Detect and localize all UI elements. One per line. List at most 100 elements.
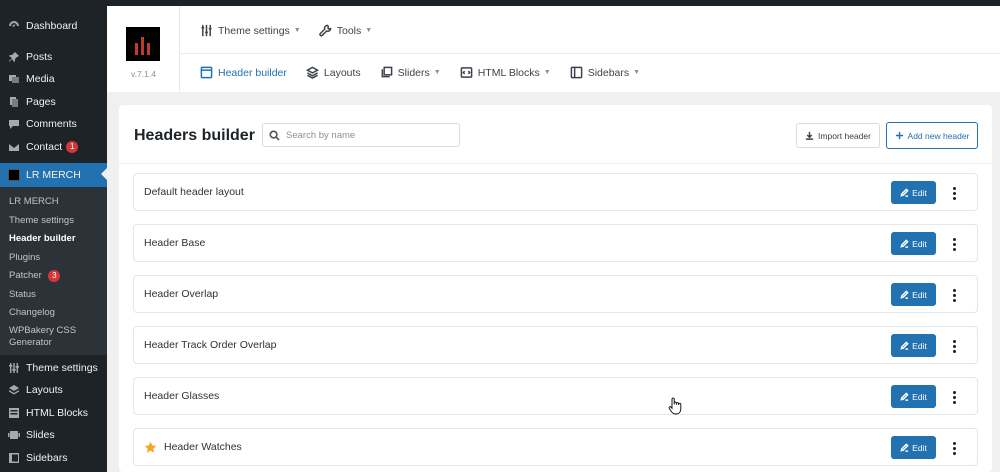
submenu-item-wpbakery-css-generator[interactable]: WPBakery CSS Generator [0, 323, 100, 349]
header-name: Header Watches [144, 441, 242, 454]
nav-divider [180, 53, 1000, 54]
sidebar-item-html-blocks[interactable]: HTML Blocks [0, 402, 107, 425]
comment-icon [8, 118, 20, 130]
edit-button[interactable]: Edit [891, 283, 936, 306]
tab-html-blocks[interactable]: HTML Blocks ▼ [460, 66, 551, 79]
more-options-icon[interactable] [949, 183, 959, 203]
header-row[interactable]: Header Watches Edit [133, 428, 978, 466]
pencil-icon [900, 392, 909, 401]
mail-icon [8, 141, 20, 153]
chevron-down-icon: ▼ [543, 69, 551, 76]
submenu-item-status[interactable]: Status [0, 286, 107, 305]
tab-sliders[interactable]: Sliders ▼ [380, 66, 441, 79]
primary-nav: Theme settings ▼ Tools ▼ [200, 24, 372, 37]
tab-label: Header builder [218, 66, 287, 79]
button-label: Add new header [907, 130, 970, 141]
button-label: Edit [912, 238, 927, 249]
tab-sidebars[interactable]: Sidebars ▼ [570, 66, 640, 79]
edit-button[interactable]: Edit [891, 334, 936, 357]
sidebar-item-pages[interactable]: Pages [0, 91, 107, 114]
header-row[interactable]: Header Overlap Edit [133, 275, 978, 313]
submenu-item-theme-settings[interactable]: Theme settings [0, 212, 107, 231]
button-label: Import header [818, 130, 871, 141]
html-blocks-icon [8, 407, 20, 419]
header-name: Default header layout [144, 186, 244, 198]
edit-button[interactable]: Edit [891, 232, 936, 255]
sidebar-item-layouts[interactable]: Layouts [0, 379, 107, 402]
button-label: Edit [912, 289, 927, 300]
sidebar-item-theme-settings[interactable]: Theme settings [0, 357, 107, 380]
tab-label: HTML Blocks [477, 66, 540, 79]
edit-button[interactable]: Edit [891, 385, 936, 408]
sidebar-item-label: Layouts [26, 384, 63, 397]
button-label: Edit [912, 391, 927, 402]
slides-icon [8, 429, 20, 441]
mouse-cursor-icon [668, 397, 682, 415]
brand-area: v.7.1.4 [107, 6, 180, 92]
tab-layouts[interactable]: Layouts [305, 66, 361, 79]
submenu-item-patcher[interactable]: Patcher 3 [0, 267, 107, 286]
nav-theme-settings[interactable]: Theme settings ▼ [200, 24, 301, 37]
sidebar-item-label: Pages [26, 95, 56, 108]
sidebar-item-lr-merch[interactable]: LR MERCH [0, 163, 107, 187]
search-input[interactable] [286, 129, 446, 141]
add-new-header-button[interactable]: Add new header [886, 122, 978, 149]
media-icon [8, 73, 20, 85]
edit-button[interactable]: Edit [891, 181, 936, 204]
header-name: Header Glasses [144, 390, 219, 402]
submenu-item-lr-merch[interactable]: LR MERCH [0, 193, 107, 212]
more-options-icon[interactable] [949, 234, 959, 254]
header-name-text: Header Track Order Overlap [144, 339, 277, 351]
header-row[interactable]: Default header layout Edit [133, 173, 978, 211]
edit-button[interactable]: Edit [891, 436, 936, 459]
sidebar-item-slides[interactable]: Slides [0, 424, 107, 447]
secondary-nav: Header builder Layouts Sliders ▼ HTML Bl… [200, 66, 640, 79]
tab-label: Sliders [397, 66, 430, 79]
chevron-down-icon: ▼ [433, 69, 441, 76]
header-name: Header Track Order Overlap [144, 339, 276, 351]
pages-icon [8, 96, 20, 108]
layers-icon [8, 384, 20, 396]
pencil-icon [900, 188, 909, 197]
header-row[interactable]: Header Track Order Overlap Edit [133, 326, 978, 364]
star-icon [144, 441, 157, 453]
theme-logo[interactable] [126, 27, 160, 61]
nav-label: Tools [336, 24, 362, 37]
import-header-button[interactable]: Import header [796, 123, 880, 148]
sidebar-item-label: Dashboard [26, 20, 78, 33]
header-row[interactable]: Header Glasses Edit [133, 377, 978, 415]
sidebar-item-comments[interactable]: Comments [0, 113, 107, 136]
sidebar-item-label: Media [26, 73, 55, 86]
sidebar-item-dashboard[interactable]: Dashboard [0, 15, 107, 38]
more-options-icon[interactable] [949, 285, 959, 305]
button-label: Edit [912, 442, 927, 453]
tab-header-builder[interactable]: Header builder [200, 66, 287, 79]
submenu-item-header-builder[interactable]: Header builder [0, 230, 107, 249]
more-options-icon[interactable] [949, 438, 959, 458]
header-name: Header Overlap [144, 288, 218, 300]
sidebar-item-label: HTML Blocks [26, 406, 89, 419]
chevron-down-icon: ▼ [633, 69, 641, 76]
layers-icon [305, 66, 319, 79]
header-name-text: Header Base [144, 237, 206, 249]
sidebar-item-label: Comments [26, 118, 77, 131]
sidebar-item-sidebars[interactable]: Sidebars [0, 447, 107, 470]
nav-tools[interactable]: Tools ▼ [319, 24, 372, 37]
header-row[interactable]: Header Base Edit [133, 224, 978, 262]
sidebar-item-posts[interactable]: Posts [0, 46, 107, 69]
more-options-icon[interactable] [949, 336, 959, 356]
sidebar-item-media[interactable]: Media [0, 68, 107, 91]
download-icon [805, 131, 814, 140]
dashboard-icon [8, 20, 20, 32]
panel-divider [119, 163, 992, 164]
search-icon [269, 129, 280, 141]
notification-badge: 1 [66, 140, 79, 153]
more-options-icon[interactable] [949, 387, 959, 407]
tab-label: Sidebars [587, 66, 630, 79]
submenu-item-plugins[interactable]: Plugins [0, 249, 107, 268]
header-name: Header Base [144, 237, 205, 249]
pencil-icon [900, 290, 909, 299]
submenu-item-changelog[interactable]: Changelog [0, 304, 107, 323]
sidebar-item-contact[interactable]: Contact 1 [0, 136, 107, 159]
search-box[interactable] [262, 123, 460, 147]
